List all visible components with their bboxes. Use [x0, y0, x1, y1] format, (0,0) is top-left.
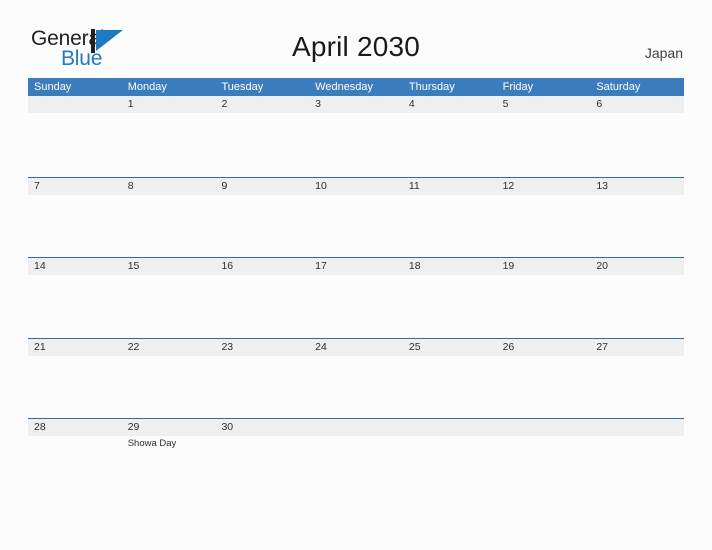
day-number: 15 [127, 260, 140, 272]
day-band [121, 96, 216, 113]
day-cell[interactable]: 10 [309, 177, 403, 258]
day-cell[interactable] [590, 419, 685, 499]
weekday-header-thursday: Thursday [408, 81, 455, 93]
day-cell[interactable]: 13 [590, 177, 685, 258]
weekday-header-tuesday: Tuesday [221, 81, 264, 93]
day-band [309, 96, 403, 113]
day-cell[interactable]: 30 [215, 419, 310, 499]
day-band [28, 177, 122, 195]
day-cell[interactable]: 19 [496, 258, 591, 338]
day-number: 20 [596, 260, 608, 272]
day-number: 8 [127, 179, 134, 192]
day-number: 14 [34, 260, 46, 272]
day-number: 2 [221, 98, 228, 110]
day-cell[interactable]: 2 [215, 96, 310, 177]
day-cell[interactable]: 17 [309, 258, 403, 338]
week-row: 1 2 3 4 5 6 [28, 96, 685, 177]
day-number: 10 [315, 179, 327, 192]
day-cell[interactable]: 8 [121, 177, 216, 258]
day-cell[interactable]: 28 [28, 419, 122, 499]
day-number: 1 [127, 98, 134, 110]
day-cell[interactable]: 23 [215, 338, 310, 419]
day-number: 5 [502, 98, 509, 110]
week-row: 14 15 16 17 18 19 20 [28, 257, 685, 338]
day-cell[interactable]: 4 [402, 96, 497, 177]
day-number: 12 [502, 179, 515, 192]
day-band [121, 177, 216, 195]
day-band [590, 419, 685, 436]
day-cell[interactable]: 15 [121, 258, 216, 338]
day-cell[interactable]: 6 [590, 96, 685, 177]
page-title: April 2030 [291, 31, 421, 62]
week-row: 21 22 23 24 25 26 27 [28, 337, 685, 419]
day-band [215, 96, 310, 113]
page-header: General Blue April 2030 Japan [0, 0, 712, 72]
day-cell[interactable]: 9 [215, 177, 310, 258]
day-band [309, 419, 403, 436]
day-number: 26 [502, 340, 515, 353]
day-band [215, 177, 310, 195]
day-cell[interactable] [28, 96, 122, 177]
day-cell[interactable]: 26 [496, 338, 591, 419]
day-number: 28 [34, 421, 46, 433]
day-cell[interactable]: 20 [590, 258, 685, 338]
day-number: 17 [315, 260, 327, 272]
calendar-page: General Blue April 2030 Japan Sunday Mon… [0, 0, 712, 550]
day-cell[interactable]: 12 [496, 177, 591, 258]
day-number: 11 [408, 179, 420, 192]
day-cell[interactable]: 16 [215, 258, 310, 338]
day-number: 4 [408, 98, 415, 110]
day-band [402, 419, 497, 436]
day-number: 16 [221, 260, 234, 272]
day-band [402, 96, 497, 113]
day-number: 30 [221, 421, 234, 433]
day-cell[interactable] [402, 419, 497, 499]
day-cell[interactable]: 1 [121, 96, 216, 177]
day-event: Showa Day [127, 438, 177, 449]
day-number: 24 [315, 340, 327, 353]
day-cell[interactable]: 21 [28, 338, 122, 419]
day-cell[interactable] [309, 419, 403, 499]
day-number: 29 [127, 421, 140, 433]
day-number: 22 [127, 340, 140, 353]
day-cell[interactable]: 29 Showa Day [121, 419, 216, 499]
day-cell[interactable]: 25 [402, 338, 497, 419]
day-band [496, 96, 591, 113]
day-cell[interactable]: 27 [590, 338, 685, 419]
day-cell[interactable]: 5 [496, 96, 591, 177]
day-number: 7 [34, 179, 40, 192]
day-cell[interactable]: 18 [402, 258, 497, 338]
day-band [496, 419, 591, 436]
day-cell[interactable]: 24 [309, 338, 403, 419]
day-number: 6 [596, 98, 603, 110]
day-number: 18 [408, 260, 421, 272]
day-cell[interactable]: 22 [121, 338, 216, 419]
day-number: 19 [502, 260, 515, 272]
day-cell[interactable] [496, 419, 591, 499]
calendar-grid: Sunday Monday Tuesday Wednesday Thursday… [28, 78, 685, 499]
day-cell[interactable]: 3 [309, 96, 403, 177]
day-band [28, 96, 122, 113]
week-row: 7 8 9 10 11 12 13 [28, 176, 685, 258]
week-row: 28 29 Showa Day 30 [28, 418, 685, 499]
day-number: 27 [596, 340, 608, 353]
day-number: 25 [408, 340, 421, 353]
country-label: Japan [644, 45, 683, 61]
day-cell[interactable]: 7 [28, 177, 122, 258]
weekday-header-wednesday: Wednesday [315, 81, 374, 93]
day-number: 13 [596, 179, 608, 192]
weekday-header-sunday: Sunday [34, 81, 72, 93]
day-band [590, 96, 685, 113]
weekday-header-monday: Monday [127, 81, 167, 93]
day-number: 9 [221, 179, 228, 192]
weekday-header-saturday: Saturday [596, 81, 641, 93]
day-cell[interactable]: 14 [28, 258, 122, 338]
weekday-header-friday: Friday [502, 81, 534, 93]
day-cell[interactable]: 11 [402, 177, 497, 258]
day-number: 23 [221, 340, 234, 353]
day-number: 3 [315, 98, 321, 110]
weekday-header-row: Sunday Monday Tuesday Wednesday Thursday… [28, 78, 684, 96]
day-number: 21 [34, 340, 46, 353]
